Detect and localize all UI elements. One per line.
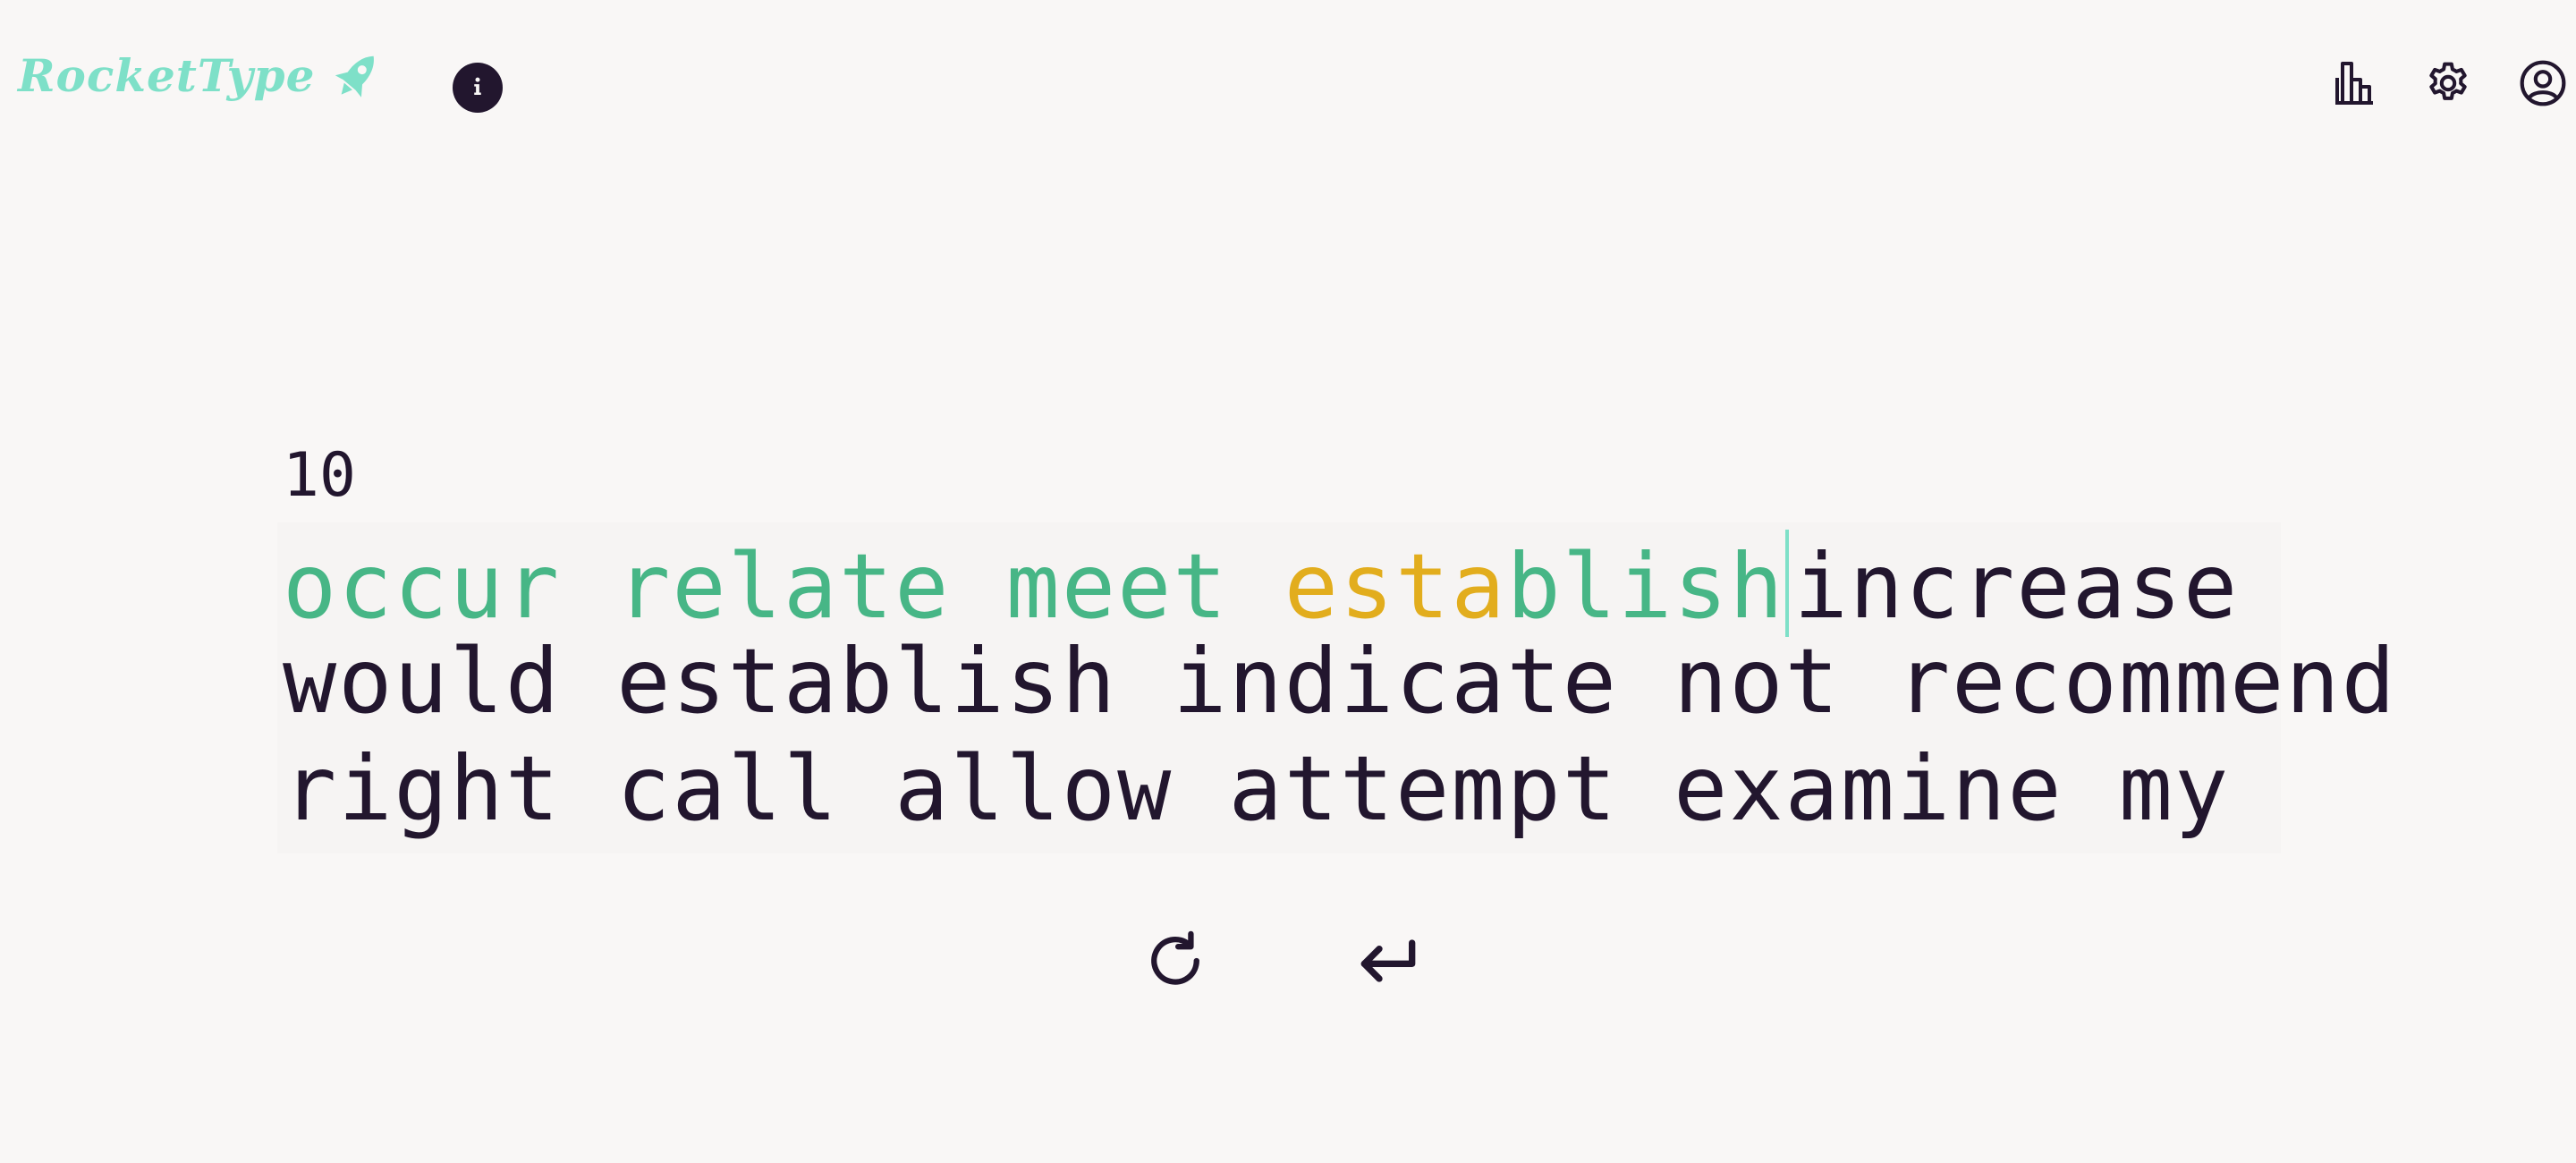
next-test-button[interactable] [1349, 923, 1428, 1002]
brand-name: RocketType [18, 49, 316, 102]
words-line-1: occur relate meet establish increase [283, 530, 2239, 637]
words-line-2: would establish indicate not recommend [283, 629, 2397, 734]
account-button[interactable] [2517, 57, 2569, 113]
pending-words: increase [1793, 534, 2240, 639]
header-nav [2327, 57, 2576, 113]
logo[interactable]: RocketType [18, 47, 386, 106]
enter-arrow-icon [1352, 925, 1424, 1000]
restart-button[interactable] [1136, 923, 1215, 1002]
rocket-icon [327, 47, 386, 106]
current-word-correct: blish [1506, 534, 1785, 639]
text-caret [1784, 530, 1789, 637]
stats-button[interactable] [2327, 57, 2379, 113]
bar-chart-icon [2332, 60, 2375, 110]
restart-icon [1141, 927, 1209, 998]
app-header: RocketType [0, 0, 2576, 179]
test-controls [1136, 923, 1428, 1002]
words-line-3: right call allow attempt examine my [283, 736, 2231, 841]
gear-icon [2424, 59, 2472, 111]
info-icon [464, 72, 491, 103]
typed-words: occur relate meet [283, 534, 1284, 639]
current-word-error: esta [1284, 534, 1507, 639]
typing-area[interactable]: occur relate meet establish increase woul… [277, 522, 2395, 853]
settings-button[interactable] [2422, 57, 2474, 113]
info-button[interactable] [453, 63, 503, 113]
user-circle-icon [2518, 58, 2568, 112]
word-counter: 10 [283, 440, 356, 511]
